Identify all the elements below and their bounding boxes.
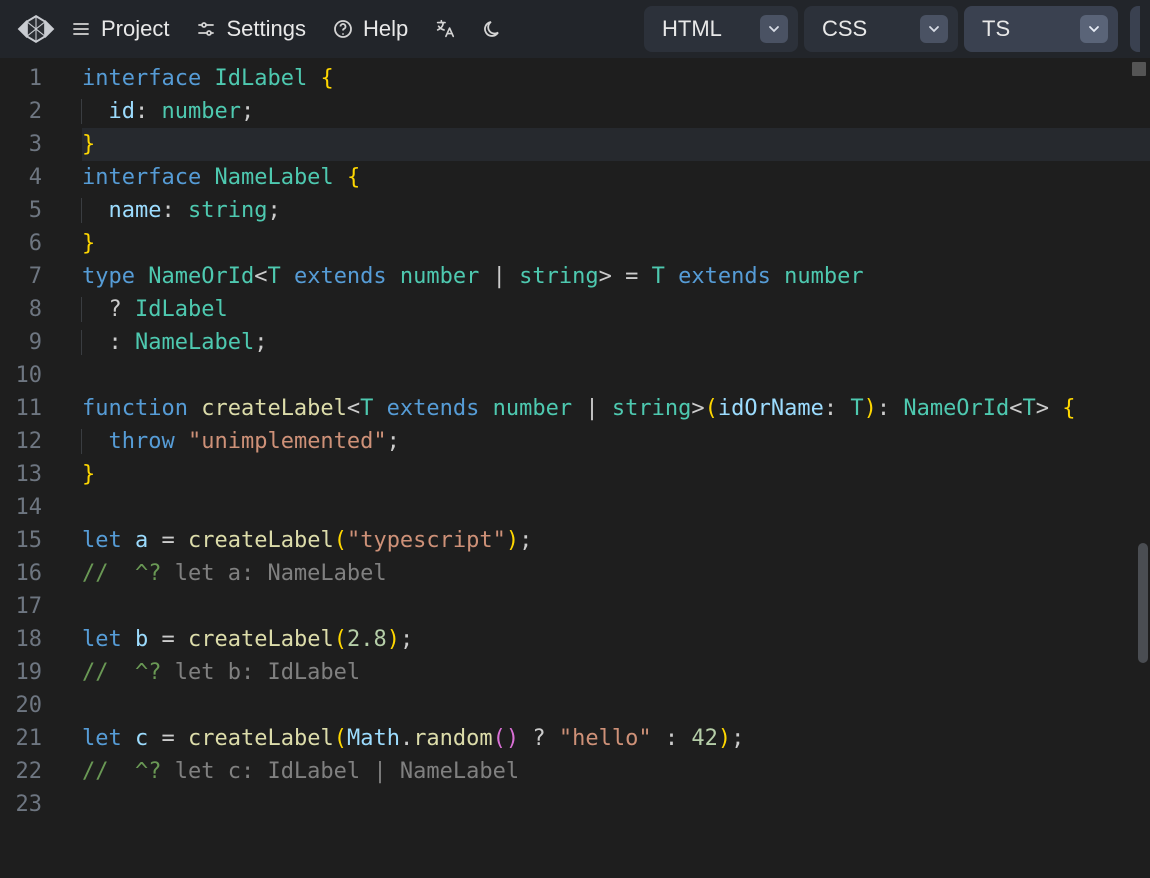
line-number: 6 xyxy=(0,227,56,260)
tab-overflow-edge xyxy=(1130,6,1140,52)
code-line[interactable] xyxy=(82,788,1150,821)
line-number: 19 xyxy=(0,656,56,689)
line-number: 16 xyxy=(0,557,56,590)
moon-icon xyxy=(482,18,504,40)
code-line[interactable] xyxy=(82,491,1150,524)
tab-ts[interactable]: TS xyxy=(964,6,1118,52)
code-line[interactable]: interface IdLabel { xyxy=(82,62,1150,95)
tab-html[interactable]: HTML xyxy=(644,6,798,52)
tab-html-label: HTML xyxy=(662,16,722,42)
help-icon xyxy=(332,18,354,40)
tab-css[interactable]: CSS xyxy=(804,6,958,52)
code-line[interactable]: type NameOrId<T extends number | string>… xyxy=(82,260,1150,293)
menu-language[interactable] xyxy=(432,14,458,44)
line-number: 21 xyxy=(0,722,56,755)
line-number: 7 xyxy=(0,260,56,293)
tab-ts-dropdown[interactable] xyxy=(1080,15,1108,43)
line-number: 22 xyxy=(0,755,56,788)
line-number: 18 xyxy=(0,623,56,656)
topbar: Project Settings Help HTML xyxy=(0,0,1150,58)
code-line[interactable]: function createLabel<T extends number | … xyxy=(82,392,1150,425)
line-number: 13 xyxy=(0,458,56,491)
code-line[interactable]: : NameLabel; xyxy=(82,326,1150,359)
code-editor[interactable]: 1234567891011121314151617181920212223 in… xyxy=(0,58,1150,878)
menu-help-label: Help xyxy=(363,16,408,42)
line-number: 5 xyxy=(0,194,56,227)
translate-icon xyxy=(434,18,456,40)
line-number: 8 xyxy=(0,293,56,326)
line-number: 2 xyxy=(0,95,56,128)
code-line[interactable]: name: string; xyxy=(82,194,1150,227)
file-tabs: HTML CSS TS xyxy=(644,6,1140,52)
hamburger-icon xyxy=(70,18,92,40)
code-line[interactable]: interface NameLabel { xyxy=(82,161,1150,194)
scrollbar-thumb[interactable] xyxy=(1138,543,1148,663)
code-line[interactable]: let b = createLabel(2.8); xyxy=(82,623,1150,656)
sliders-icon xyxy=(195,18,217,40)
code-line[interactable] xyxy=(82,689,1150,722)
code-line[interactable]: // ^? let c: IdLabel | NameLabel xyxy=(82,755,1150,788)
minimap-thumb[interactable] xyxy=(1132,62,1146,76)
line-number: 9 xyxy=(0,326,56,359)
line-number: 4 xyxy=(0,161,56,194)
code-line[interactable] xyxy=(82,359,1150,392)
code-line[interactable]: // ^? let a: NameLabel xyxy=(82,557,1150,590)
line-number: 11 xyxy=(0,392,56,425)
code-line[interactable]: let c = createLabel(Math.random() ? "hel… xyxy=(82,722,1150,755)
line-number: 14 xyxy=(0,491,56,524)
main-menu: Project Settings Help xyxy=(68,12,506,46)
code-line[interactable]: // ^? let b: IdLabel xyxy=(82,656,1150,689)
line-number: 10 xyxy=(0,359,56,392)
line-number: 23 xyxy=(0,788,56,821)
line-number: 3 xyxy=(0,128,56,161)
line-number-gutter: 1234567891011121314151617181920212223 xyxy=(0,58,56,878)
line-number: 20 xyxy=(0,689,56,722)
code-line[interactable]: ? IdLabel xyxy=(82,293,1150,326)
line-number: 12 xyxy=(0,425,56,458)
tab-ts-label: TS xyxy=(982,16,1010,42)
menu-settings[interactable]: Settings xyxy=(193,12,308,46)
tab-css-label: CSS xyxy=(822,16,867,42)
code-line[interactable]: throw "unimplemented"; xyxy=(82,425,1150,458)
chevron-down-icon xyxy=(927,22,941,36)
chevron-down-icon xyxy=(767,22,781,36)
code-line[interactable]: id: number; xyxy=(82,95,1150,128)
code-line[interactable] xyxy=(82,590,1150,623)
line-number: 15 xyxy=(0,524,56,557)
menu-theme[interactable] xyxy=(480,14,506,44)
code-line[interactable]: } xyxy=(82,128,1150,161)
menu-project-label: Project xyxy=(101,16,169,42)
menu-help[interactable]: Help xyxy=(330,12,410,46)
code-line[interactable]: } xyxy=(82,227,1150,260)
tab-html-dropdown[interactable] xyxy=(760,15,788,43)
code-content[interactable]: interface IdLabel { id: number;}interfac… xyxy=(56,58,1150,878)
code-line[interactable]: let a = createLabel("typescript"); xyxy=(82,524,1150,557)
menu-settings-label: Settings xyxy=(226,16,306,42)
tab-css-dropdown[interactable] xyxy=(920,15,948,43)
code-line[interactable]: } xyxy=(82,458,1150,491)
app-logo[interactable] xyxy=(14,7,58,51)
menu-project[interactable]: Project xyxy=(68,12,171,46)
line-number: 1 xyxy=(0,62,56,95)
chevron-down-icon xyxy=(1087,22,1101,36)
line-number: 17 xyxy=(0,590,56,623)
